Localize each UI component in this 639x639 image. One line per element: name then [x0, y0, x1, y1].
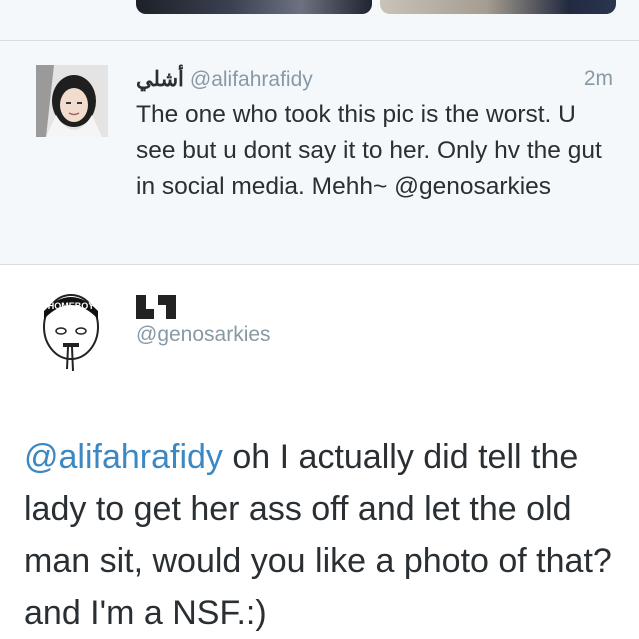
tweet[interactable]: أشلي @alifahrafidy 2m The one who took th…: [0, 41, 639, 264]
avatar[interactable]: [36, 65, 108, 137]
mention-link[interactable]: @genosarkies: [394, 173, 551, 200]
media-thumbnail[interactable]: [136, 0, 372, 14]
reply-text: @alifahrafidy oh I actually did tell the…: [24, 431, 624, 639]
avatar-lettering: HOMEBOY: [48, 301, 95, 311]
reply-tweet[interactable]: HOMEBOY @genosarkies @alifahrafidy oh I …: [0, 265, 639, 639]
avatar[interactable]: HOMEBOY: [38, 289, 104, 379]
display-name[interactable]: أشلي: [136, 68, 184, 91]
media-strip: [0, 0, 639, 40]
handle[interactable]: @alifahrafidy: [190, 68, 313, 91]
handle[interactable]: @genosarkies: [136, 323, 271, 347]
tweet-header: أشلي @alifahrafidy: [136, 67, 313, 92]
media-thumbnail[interactable]: [380, 0, 616, 14]
tweet-text: The one who took this pic is the worst. …: [136, 97, 616, 205]
profile-photo-icon: [36, 65, 108, 137]
quote-mark-icon: [136, 291, 180, 323]
mention-link[interactable]: @alifahrafidy: [24, 438, 223, 476]
timestamp: 2m: [583, 67, 613, 90]
homeboy-avatar-icon: HOMEBOY: [43, 294, 99, 372]
